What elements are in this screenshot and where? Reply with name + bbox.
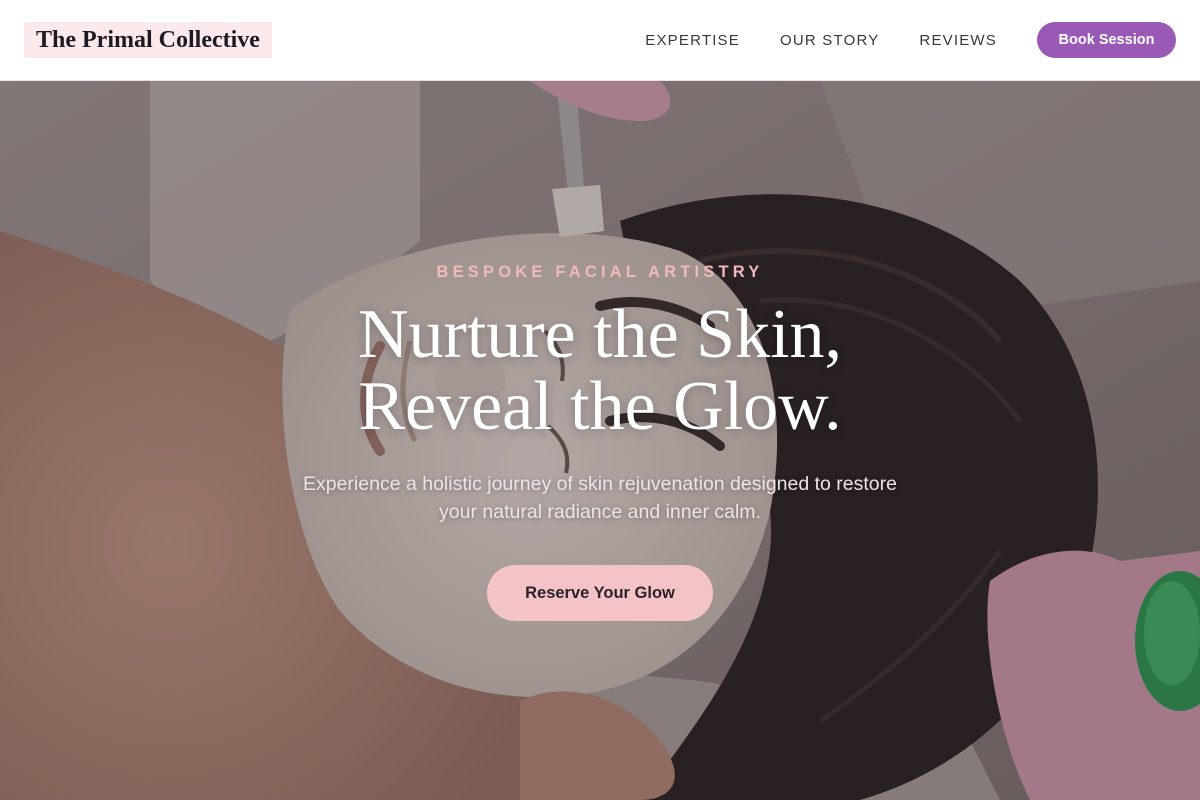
reserve-glow-button[interactable]: Reserve Your Glow <box>487 565 713 621</box>
headline-line-2: Reveal the Glow. <box>358 368 842 445</box>
hero-content: BESPOKE FACIAL ARTISTRY Nurture the Skin… <box>0 81 1200 800</box>
nav-link-expertise[interactable]: EXPERTISE <box>645 32 740 49</box>
subtext-line-2: your natural radiance and inner calm. <box>439 501 761 523</box>
subtext-line-1: Experience a holistic journey of skin re… <box>302 473 897 495</box>
site-header: The Primal Collective EXPERTISE OUR STOR… <box>0 0 1200 81</box>
nav-link-our-story[interactable]: OUR STORY <box>780 32 879 49</box>
brand-logo[interactable]: The Primal Collective <box>24 22 272 58</box>
hero-headline: Nurture the Skin, Reveal the Glow. <box>200 299 1000 443</box>
main-nav: EXPERTISE OUR STORY REVIEWS Book Session <box>645 22 1176 58</box>
hero-section: BESPOKE FACIAL ARTISTRY Nurture the Skin… <box>0 81 1200 800</box>
hero-eyebrow: BESPOKE FACIAL ARTISTRY <box>436 263 764 281</box>
book-session-button[interactable]: Book Session <box>1037 22 1176 58</box>
nav-link-reviews[interactable]: REVIEWS <box>919 32 997 49</box>
hero-subtext: Experience a holistic journey of skin re… <box>260 470 940 526</box>
headline-line-1: Nurture the Skin, <box>357 296 843 373</box>
